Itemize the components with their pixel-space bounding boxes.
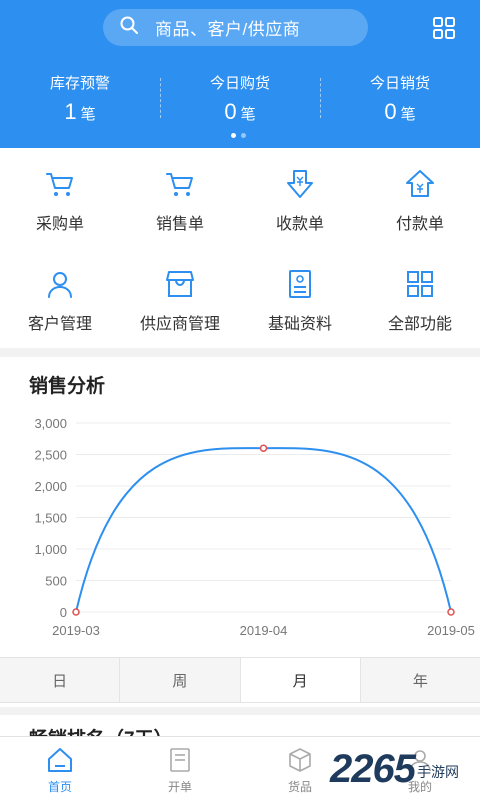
menu-label: 付款单 [395,216,444,233]
document-icon [289,270,311,298]
stat-label: 今日销货 [369,75,430,92]
x-tick-label: 2019-04 [240,623,288,638]
menu-label: 供应商管理 [139,316,220,333]
stat-today-sales[interactable]: 今日销货 0笔 [320,64,480,124]
y-tick-label: 0 [60,605,67,620]
stat-label: 今日购货 [209,75,270,92]
menu-label: 收款单 [275,216,324,233]
tab-day[interactable]: 日 [0,658,119,702]
store-icon [166,271,194,297]
stat-label: 库存预警 [49,75,110,92]
search-bar[interactable]: 商品、客户/供应商 [103,9,368,46]
nav-home[interactable]: 首页 [0,737,120,800]
pay-money-icon [406,170,434,197]
section-title: 销售分析 [29,376,106,397]
nav-label: 首页 [47,780,72,794]
menu-label: 基础资料 [267,316,332,333]
menu-all-functions[interactable]: 全部功能 [360,248,480,348]
tab-week[interactable]: 周 [119,658,239,702]
nav-label: 我的 [407,780,432,794]
menu-label: 全部功能 [387,316,452,333]
bottom-nav: 首页 开单 货品 我的 [0,736,480,800]
stat-stock-warning[interactable]: 库存预警 1笔 [0,64,160,124]
order-icon [170,748,190,772]
data-point [259,444,268,452]
y-tick-label: 3,000 [34,416,67,431]
grid-icon [407,271,433,297]
menu-receipt[interactable]: 收款单 [240,148,360,248]
nav-goods[interactable]: 货品 [240,737,360,800]
period-tabs: 日 周 月 年 [0,657,480,703]
y-tick-label: 1,000 [34,542,67,557]
page-indicator [231,133,246,138]
series-line [75,447,452,613]
menu-label: 客户管理 [27,316,92,333]
y-tick-label: 500 [45,574,67,589]
search-placeholder: 商品、客户/供应商 [155,20,301,39]
y-tick-label: 2,500 [34,448,67,463]
cart-icon [46,173,73,196]
y-tick-label: 2,000 [34,479,67,494]
menu-label: 销售单 [155,216,204,233]
x-tick-label: 2019-03 [52,623,100,638]
x-tick-label: 2019-05 [427,623,475,638]
grid-menu-icon[interactable] [432,16,456,40]
stat-unit: 笔 [400,106,416,123]
sales-analysis: 销售分析 0 500 1,000 1,500 2,000 2,500 3,000 2019-0… [0,357,480,707]
nav-label: 开单 [167,780,192,794]
data-point [447,608,455,616]
customer-icon [48,272,72,298]
nav-label: 货品 [287,780,312,794]
stat-unit: 笔 [80,106,96,123]
page-dot-active [231,133,236,138]
nav-mine[interactable]: 我的 [360,737,480,800]
menu-payment[interactable]: 付款单 [360,148,480,248]
header: 商品、客户/供应商 库存预警 1笔 今日购货 0笔 今日销货 0笔 [0,0,480,148]
stats-row: 库存预警 1笔 今日购货 0笔 今日销货 0笔 [0,64,480,124]
sales-chart: 0 500 1,000 1,500 2,000 2,500 3,000 2019-03 2019… [34,416,475,638]
data-point [72,608,80,616]
stat-value: 1 [64,99,77,124]
function-menu: 采购单 销售单 收款单 付款单 客户管理 供应商管理 基础资料 全部功能 [0,148,480,348]
page-dot [241,133,246,138]
menu-basic-data[interactable]: 基础资料 [240,248,360,348]
cart-icon [166,173,193,196]
menu-supplier-management[interactable]: 供应商管理 [120,248,240,348]
home-icon [48,748,72,772]
tab-year[interactable]: 年 [359,658,480,702]
menu-customer-management[interactable]: 客户管理 [0,248,120,348]
stat-value: 0 [384,99,397,124]
search-icon [119,15,139,40]
tab-month[interactable]: 月 [239,658,360,702]
menu-sales-order[interactable]: 销售单 [120,148,240,248]
nav-order[interactable]: 开单 [120,737,240,800]
receive-money-icon [287,170,313,198]
stat-today-purchase[interactable]: 今日购货 0笔 [160,64,320,124]
box-icon [289,748,311,772]
y-tick-label: 1,500 [34,511,67,526]
menu-label: 采购单 [35,216,84,233]
user-icon [409,750,431,772]
stat-unit: 笔 [240,106,256,123]
menu-purchase-order[interactable]: 采购单 [0,148,120,248]
stat-value: 0 [224,99,237,124]
